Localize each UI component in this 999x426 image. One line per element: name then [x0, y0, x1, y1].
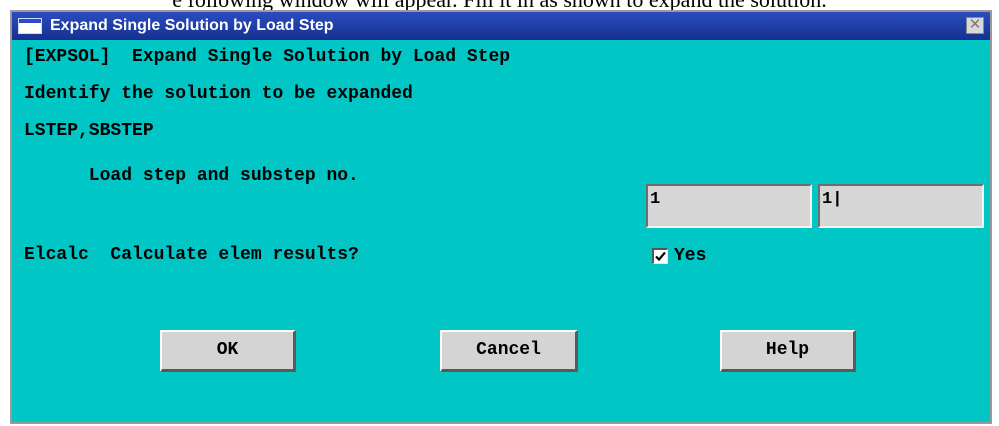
window-title: Expand Single Solution by Load Step	[50, 17, 334, 34]
lstep-sbstep-label: LSTEP,SBSTEP	[24, 121, 154, 141]
close-icon[interactable]: ✕	[966, 17, 984, 34]
expand-solution-dialog: Expand Single Solution by Load Step ✕ [E…	[10, 10, 992, 424]
elcalc-yes-label: Yes	[674, 246, 707, 266]
checkmark-icon	[655, 251, 666, 262]
elcalc-label: Elcalc Calculate elem results?	[24, 245, 359, 265]
help-button[interactable]: Help	[720, 330, 856, 372]
instruction-text: Identify the solution to be expanded	[24, 84, 413, 104]
command-heading: [EXPSOL] Expand Single Solution by Load …	[24, 47, 511, 67]
substep-input[interactable]: 1|	[818, 184, 984, 228]
title-bar[interactable]: Expand Single Solution by Load Step ✕	[12, 12, 990, 40]
page-caption: e following window will appear. Fill it …	[0, 0, 999, 10]
window-icon	[18, 18, 42, 34]
load-step-label: Load step and substep no.	[24, 166, 359, 186]
ok-button[interactable]: OK	[160, 330, 296, 372]
cancel-button[interactable]: Cancel	[440, 330, 578, 372]
elcalc-checkbox[interactable]	[652, 248, 668, 264]
load-step-input[interactable]: 1	[646, 184, 812, 228]
